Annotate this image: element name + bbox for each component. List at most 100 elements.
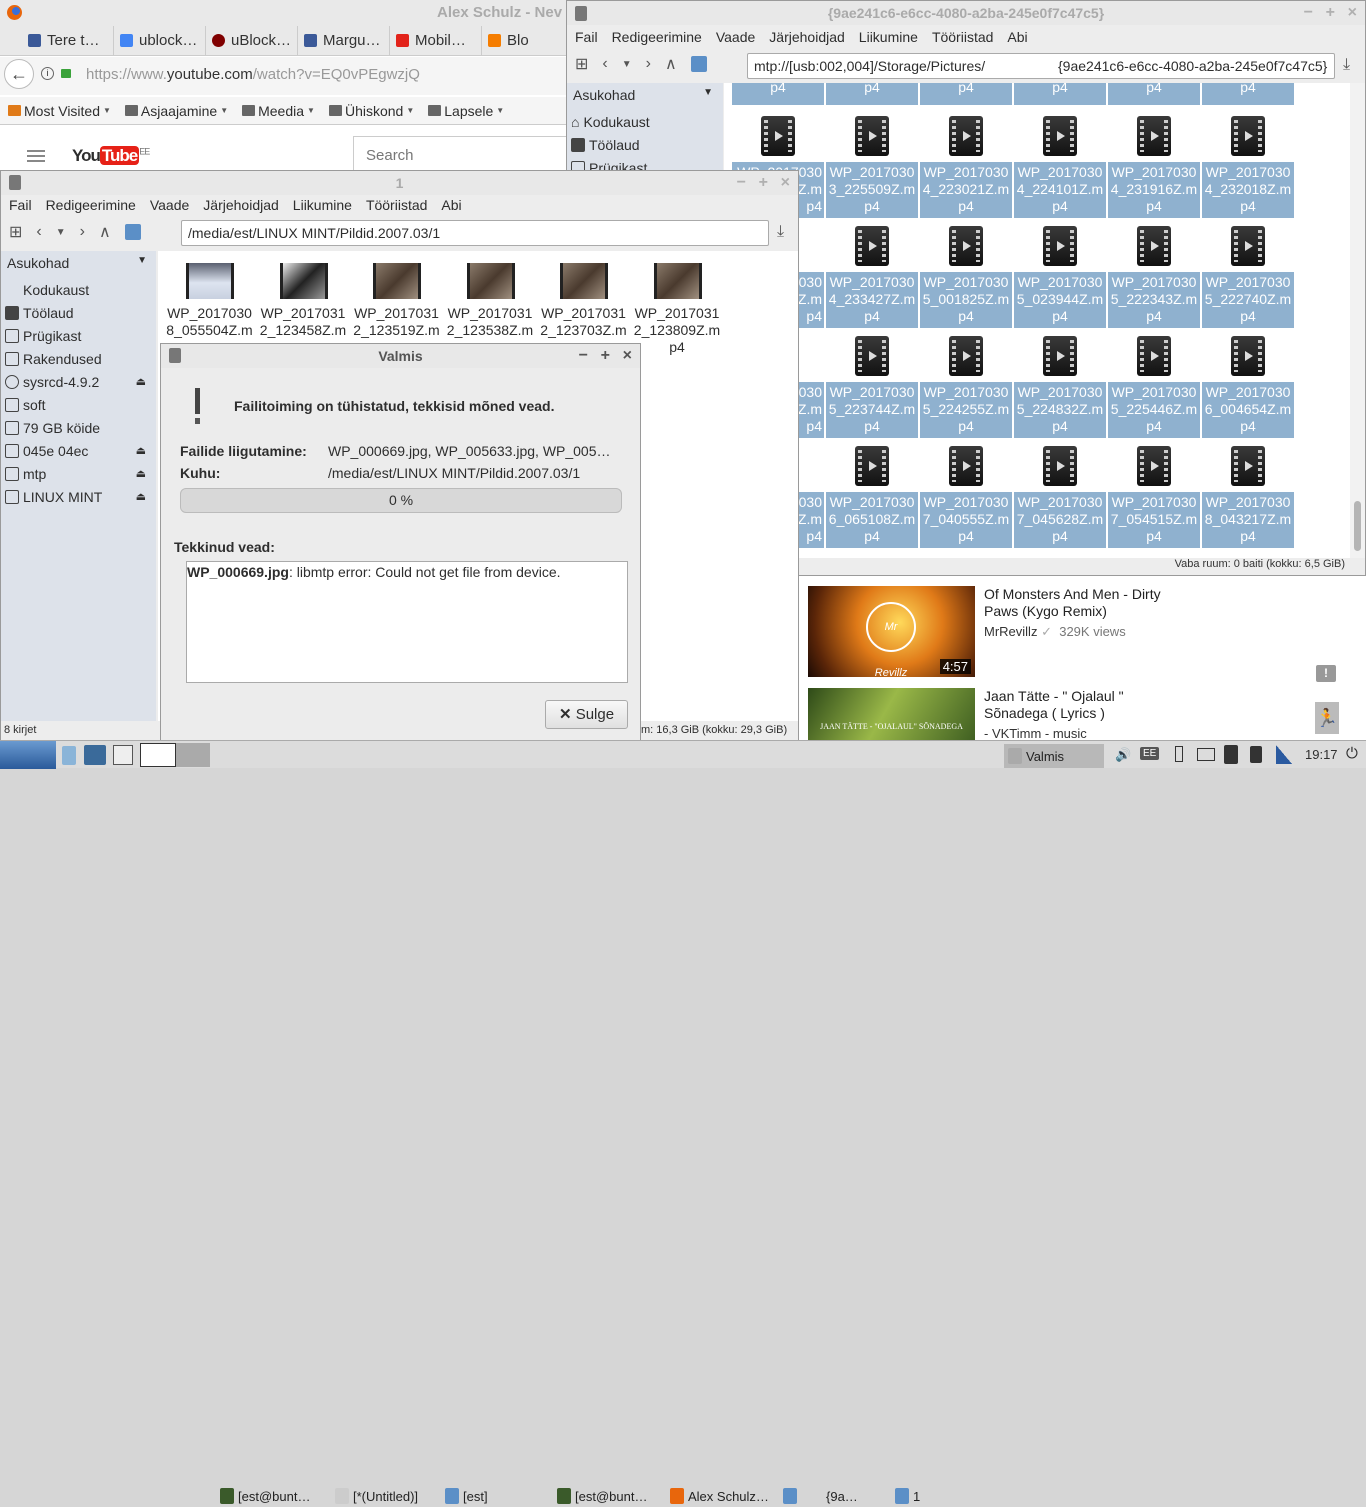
menu-item[interactable]: Abi — [1007, 29, 1027, 45]
file-item[interactable]: WP_2017030 5_223744Z.m p4 — [826, 336, 918, 438]
file-label[interactable]: WP_2017031 2_123519Z.m — [350, 305, 443, 339]
file-item[interactable]: WP_2017030 4_231916Z.m p4 — [1108, 116, 1200, 218]
taskbar-item[interactable]: [est@bunt… — [220, 1485, 310, 1507]
eject-icon[interactable]: ⏏ — [136, 440, 146, 462]
menu-item[interactable]: Tööriistad — [366, 197, 427, 213]
network-signal-icon[interactable] — [1276, 745, 1292, 764]
file-item[interactable]: WP_2017030 5_224832Z.m p4 — [1014, 336, 1106, 438]
file-item[interactable]: p4 — [826, 83, 918, 105]
browser-tab[interactable]: Mobil… — [390, 26, 482, 55]
sidebar-item[interactable]: sysrcd-4.9.2 ⏏ — [5, 371, 152, 393]
eject-icon[interactable]: ⏏ — [136, 371, 146, 393]
file-item[interactable]: WP_2017030 7_040555Z.m p4 — [920, 446, 1012, 548]
scrollbar[interactable] — [1350, 83, 1365, 558]
file-item[interactable]: WP_2017030 3_225509Z.m p4 — [826, 116, 918, 218]
exit-icon[interactable]: 🏃 — [1315, 702, 1339, 734]
close-button[interactable]: × — [1348, 1, 1357, 25]
taskbar-item[interactable]: [est] — [445, 1485, 488, 1507]
new-tab-icon[interactable]: ⊞ — [575, 54, 588, 74]
power-icon[interactable]: ⏻ — [1346, 745, 1358, 762]
file-item[interactable]: WP_2017030 6_004654Z.m p4 — [1202, 336, 1294, 438]
places-header[interactable]: Asukohad ▼ — [573, 87, 713, 103]
file-label[interactable]: WP_2017031 2_123538Z.m — [444, 305, 537, 339]
back-icon[interactable]: ‹ — [602, 55, 607, 73]
file-item[interactable]: WP_2017030 4_223021Z.m p4 — [920, 116, 1012, 218]
taskbar-item[interactable]: Valmis — [1004, 744, 1104, 768]
video-thumbnail[interactable] — [279, 263, 328, 299]
sidebar-item[interactable]: 045e 04ec ⏏ — [5, 440, 152, 462]
desktop-pager[interactable] — [140, 743, 210, 767]
bookmark-folder[interactable]: Lapsele ▼ — [428, 103, 504, 119]
youtube-logo[interactable]: You Tube EE — [72, 146, 150, 166]
menu-item[interactable]: Abi — [441, 197, 461, 213]
menu-button[interactable] — [0, 741, 56, 769]
path-field[interactable]: /media/est/LINUX MINT/Pildid.2007.03/1 — [181, 220, 769, 246]
maximize-button[interactable]: + — [1326, 1, 1335, 25]
file-item[interactable]: WP_2017030 7_045628Z.m p4 — [1014, 446, 1106, 548]
menu-item[interactable]: Vaade — [150, 197, 189, 213]
video-title[interactable]: Jaan Tätte - " Ojalaul " Sõnadega ( Lyric… — [984, 688, 1124, 722]
browser-tab[interactable]: Margu… — [298, 26, 390, 55]
maximize-button[interactable]: + — [759, 171, 768, 195]
sidebar-item[interactable]: Töölaud — [5, 302, 152, 324]
back-icon[interactable]: ‹ — [36, 223, 41, 241]
video-thumbnail[interactable] — [653, 263, 702, 299]
home-icon[interactable] — [124, 224, 141, 240]
file-item[interactable]: p4 — [1108, 83, 1200, 105]
errors-textarea[interactable]: WP_000669.jpg: libmtp error: Could not g… — [186, 561, 628, 683]
close-dialog-button[interactable]: ✕ Sulge — [545, 700, 628, 729]
sidebar-item[interactable]: Rakendused — [5, 348, 152, 370]
history-dropdown-icon[interactable]: ▼ — [56, 227, 66, 238]
file-item[interactable]: WP_2017030 5_023944Z.m p4 — [1014, 226, 1106, 328]
battery-icon[interactable] — [1175, 746, 1183, 762]
sidebar-item[interactable]: LINUX MINT ⏏ — [5, 486, 152, 508]
onscreen-keyboard-icon[interactable] — [1197, 748, 1215, 761]
video-thumbnail[interactable] — [466, 263, 515, 299]
video-thumbnail[interactable] — [373, 263, 421, 299]
video-title[interactable]: Of Monsters And Men - Dirty Paws (Kygo Re… — [984, 586, 1161, 620]
channel-name[interactable]: - VKTimm - music — [984, 726, 1087, 740]
file-item[interactable]: WP_2017030 5_222740Z.m p4 — [1202, 226, 1294, 328]
taskbar-item[interactable]: 1 — [895, 1485, 920, 1507]
file-item[interactable]: WP_2017030 5_001825Z.m p4 — [920, 226, 1012, 328]
file-item[interactable]: WP_2017030 5_222343Z.m p4 — [1108, 226, 1200, 328]
go-icon[interactable]: ⤓ — [1343, 56, 1350, 74]
bookmark-folder[interactable]: Most Visited ▼ — [8, 103, 111, 119]
scrollbar-thumb[interactable] — [1354, 501, 1361, 551]
notes-icon[interactable] — [1250, 746, 1262, 763]
menu-item[interactable]: Tööriistad — [932, 29, 993, 45]
removable-drive-icon[interactable] — [1224, 745, 1238, 764]
video-thumbnail[interactable]: Mr Revillz 4:57 — [808, 586, 975, 679]
file-item[interactable]: p4 — [1014, 83, 1106, 105]
file-manager-launcher-icon[interactable] — [62, 746, 76, 765]
bookmark-folder[interactable]: Ühiskond ▼ — [328, 103, 414, 119]
menu-item[interactable]: Redigeerimine — [612, 29, 702, 45]
menu-item[interactable]: Fail — [9, 197, 32, 213]
minimize-button[interactable]: − — [1304, 1, 1313, 25]
up-icon[interactable]: ∧ — [665, 54, 677, 74]
file-item[interactable]: WP_2017030 5_224255Z.m p4 — [920, 336, 1012, 438]
video-thumbnail[interactable] — [186, 263, 234, 299]
taskbar-item[interactable]: [est@bunt… — [557, 1485, 647, 1507]
file-item[interactable]: WP_2017030 4_232018Z.m p4 — [1202, 116, 1294, 218]
menu-item[interactable]: Liikumine — [293, 197, 352, 213]
menu-item[interactable]: Liikumine — [859, 29, 918, 45]
sidebar-item[interactable]: Prügikast — [5, 325, 152, 347]
close-button[interactable]: × — [623, 344, 632, 368]
video-thumbnail[interactable] — [560, 263, 608, 299]
file-label[interactable]: WP_2017031 2_123703Z.m — [537, 305, 630, 339]
taskbar-item[interactable]: {9a… — [826, 1485, 858, 1507]
sidebar-item[interactable]: Kodukaust — [5, 279, 152, 301]
taskbar-item[interactable]: Alex Schulz… — [670, 1485, 769, 1507]
minimize-button[interactable]: − — [579, 344, 588, 368]
url-field[interactable]: https://www.youtube.com/watch?v=EQ0vPEgw… — [86, 66, 420, 83]
sidebar-item[interactable]: mtp ⏏ — [5, 463, 152, 485]
forward-icon[interactable]: › — [646, 55, 651, 73]
places-header[interactable]: Asukohad ▼ — [7, 255, 147, 271]
channel-name[interactable]: MrRevillz — [984, 624, 1037, 639]
video-item[interactable]: Mr Revillz 4:57 Of Monsters And Men - Di… — [808, 586, 1208, 679]
sidebar-item-desktop[interactable]: Töölaud — [571, 134, 719, 156]
keyboard-layout[interactable]: EE — [1140, 747, 1160, 760]
menu-item[interactable]: Redigeerimine — [46, 197, 136, 213]
feedback-icon[interactable]: ! — [1316, 665, 1336, 682]
